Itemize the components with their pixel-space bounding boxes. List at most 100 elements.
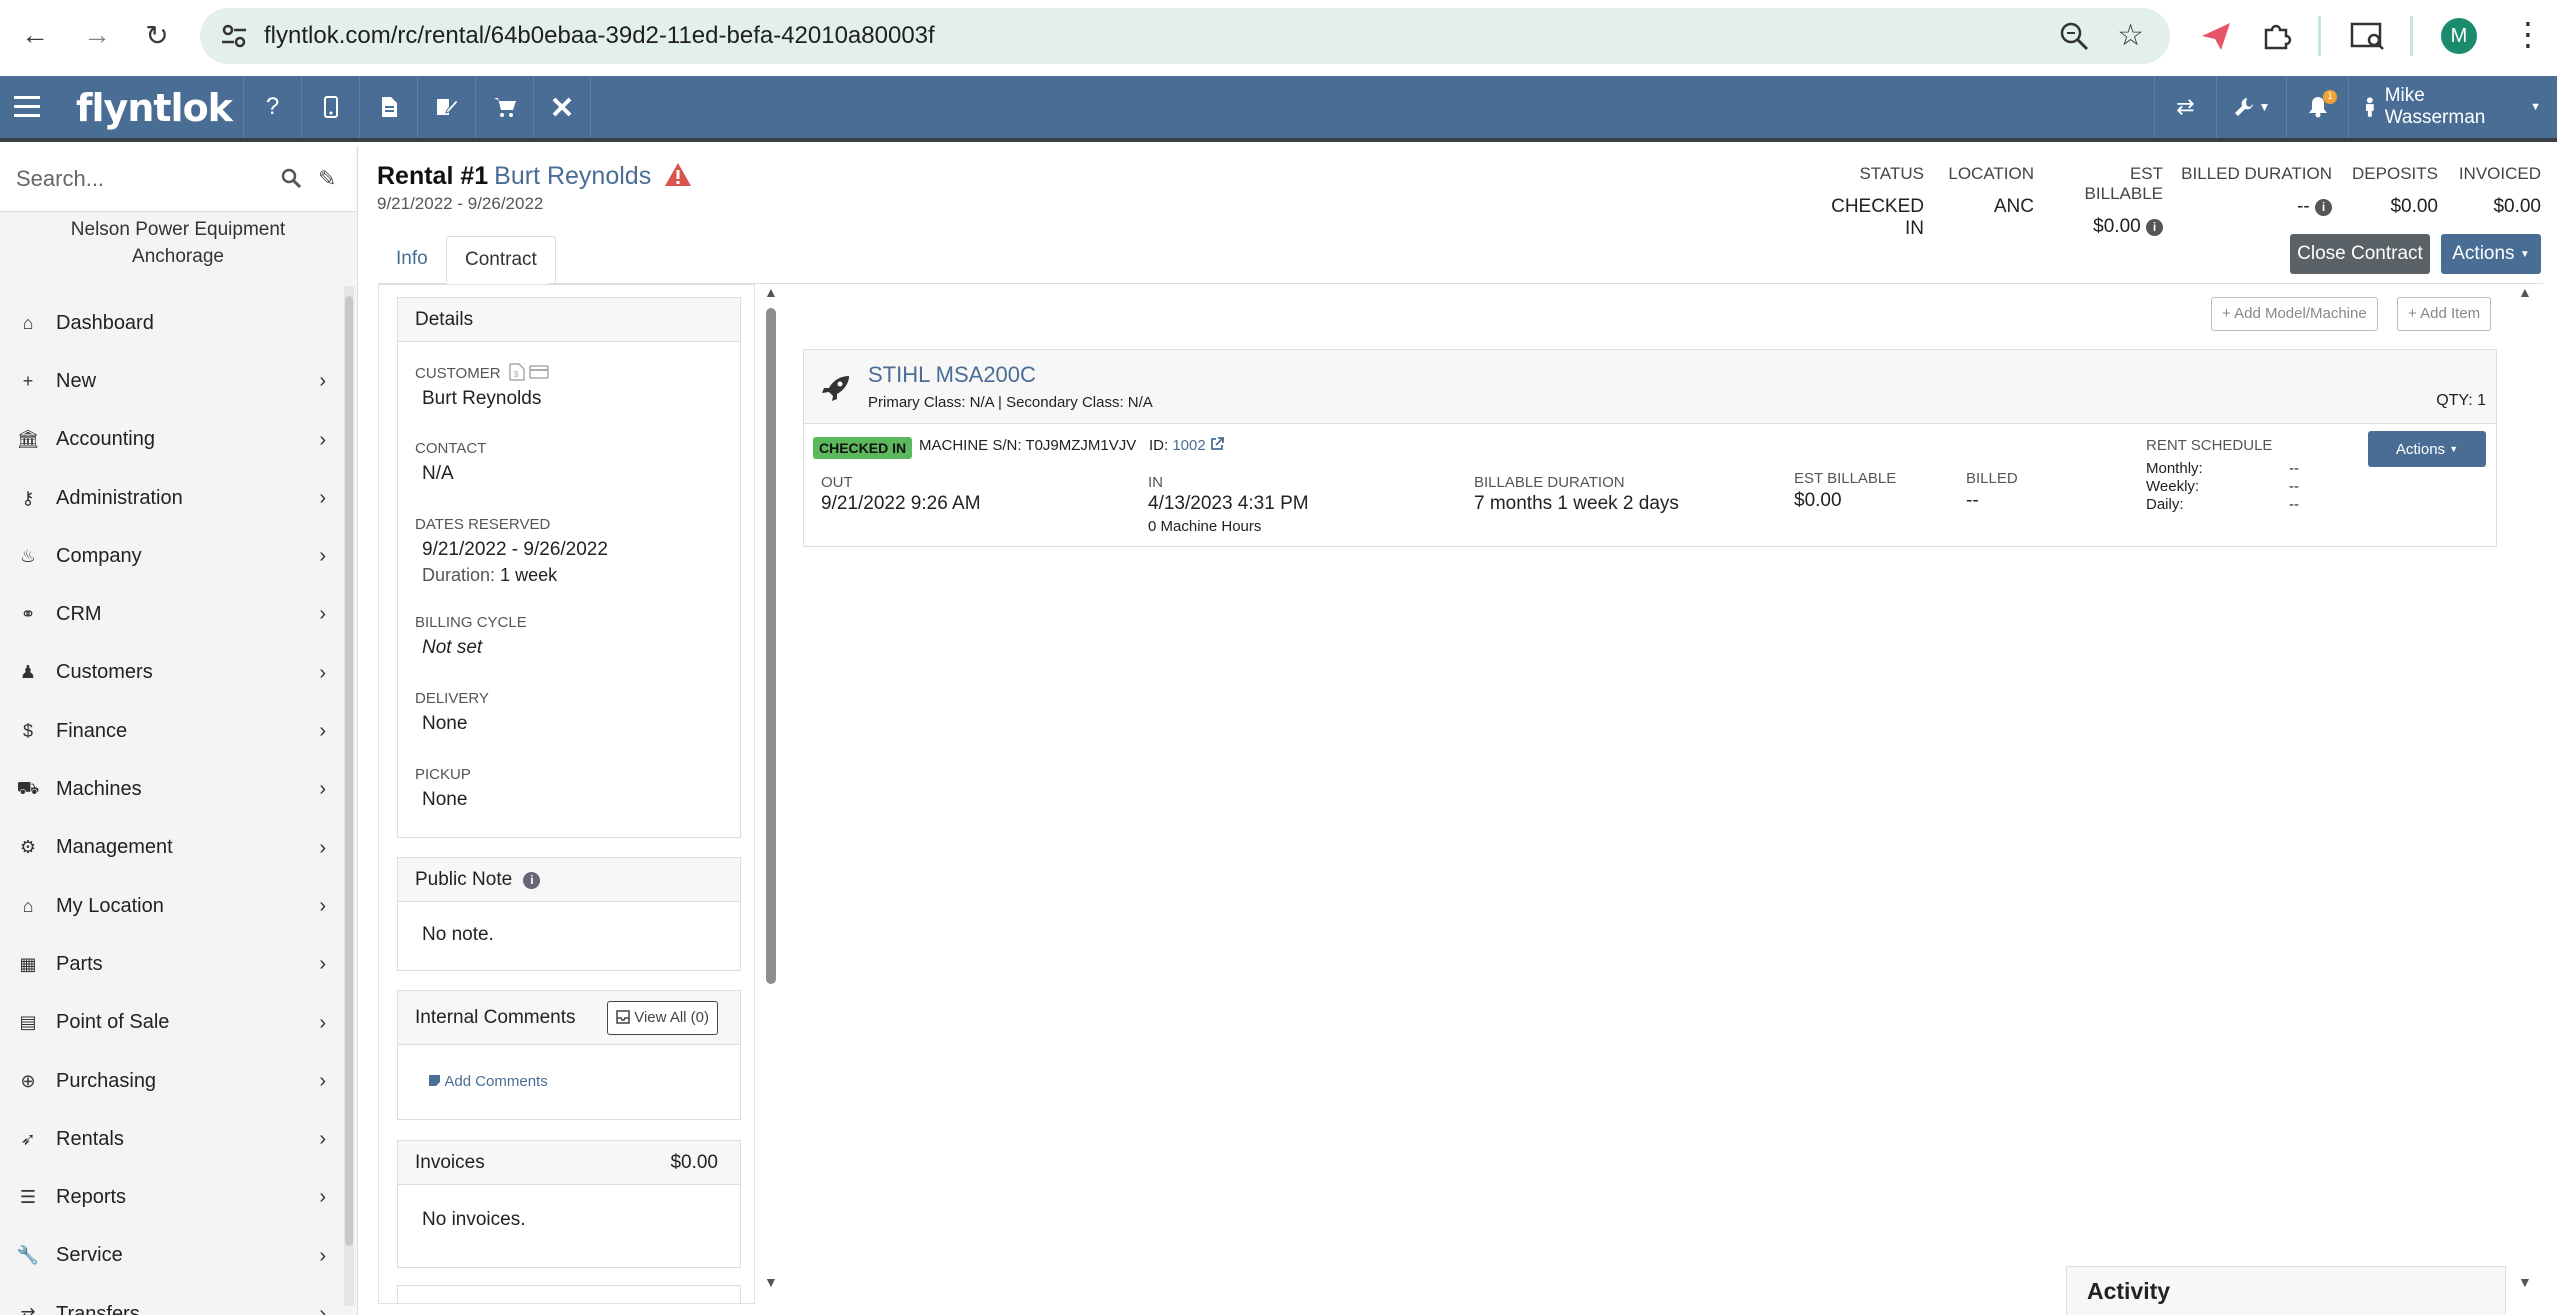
scrollbar-thumb[interactable] [345, 296, 353, 1246]
invoices-total: $0.00 [670, 1152, 718, 1173]
info-icon[interactable]: i [523, 872, 541, 889]
sidebar-item-label: CRM [56, 603, 102, 626]
add-model-machine-button[interactable]: + Add Model/Machine [2211, 297, 2378, 331]
bookmark-star-icon[interactable]: ☆ [2117, 18, 2144, 53]
sidebar-item-label: Transfers [56, 1302, 140, 1315]
internal-comments-card: Internal Comments View All (0) Add Comme… [397, 990, 741, 1120]
customer-link[interactable]: Burt Reynolds [494, 162, 651, 190]
sidebar-item-new[interactable]: + New › [0, 352, 340, 410]
wrench-dropdown-icon[interactable]: ▼ [2216, 76, 2286, 138]
info-icon[interactable]: i [2146, 219, 2163, 236]
toolbar-divider [2318, 16, 2321, 56]
document-outline-icon[interactable]: $ [508, 363, 525, 381]
reload-icon[interactable]: ↻ [140, 18, 174, 52]
external-link-icon[interactable] [1210, 437, 1224, 451]
chevron-right-icon: › [319, 370, 326, 393]
contact-value: N/A [422, 463, 454, 484]
machine-id-link[interactable]: 1002 [1172, 437, 1205, 454]
stat-value-wrap: $0.00 i [2050, 216, 2163, 238]
machine-name-link[interactable]: STIHL MSA200C [868, 362, 1036, 388]
hamburger-menu-icon[interactable] [14, 96, 40, 120]
sidebar-item-parts[interactable]: ▦ Parts › [0, 935, 340, 993]
sidebar-item-company[interactable]: ♨ Company › [0, 527, 340, 585]
sidebar-item-my-location[interactable]: ⌂ My Location › [0, 877, 340, 935]
panel-scrollbar[interactable]: ▲ ▼ [764, 284, 778, 1304]
tractor-icon: ⛟ [16, 777, 40, 798]
help-icon[interactable]: ? [243, 76, 301, 138]
back-arrow-icon[interactable]: ← [18, 18, 52, 52]
mobile-icon[interactable] [301, 76, 359, 138]
sidebar-item-accounting[interactable]: 🏛 Accounting › [0, 411, 340, 469]
user-menu[interactable]: Mike Wasserman ▼ [2348, 76, 2557, 138]
forward-arrow-icon[interactable]: → [80, 18, 114, 52]
handshake-icon: ⚭ [20, 604, 36, 625]
machine-card-header: STIHL MSA200C Primary Class: N/A | Secon… [804, 350, 2496, 424]
edit-document-icon[interactable] [417, 76, 475, 138]
customer-label: CUSTOMER $ [398, 363, 740, 382]
sidebar-item-label: Accounting [56, 428, 155, 451]
daily-label: Daily: [2146, 496, 2184, 513]
app-logo[interactable]: flyntlok [76, 86, 233, 130]
sidebar-item-crm[interactable]: ⚭ CRM › [0, 585, 340, 643]
search-input[interactable]: Search... [16, 166, 104, 192]
location-name: Anchorage [132, 246, 224, 267]
browser-menu-icon[interactable]: ⋮ [2512, 16, 2544, 52]
chevron-right-icon: › [319, 720, 326, 743]
sidebar-item-reports[interactable]: ☰ Reports › [0, 1168, 340, 1226]
person-icon: ♟ [19, 662, 37, 683]
url-text[interactable]: flyntlok.com/rc/rental/64b0ebaa-39d2-11e… [264, 22, 935, 50]
profile-avatar[interactable]: M [2441, 18, 2477, 54]
sidebar-item-transfers[interactable]: ⇄ Transfers › [0, 1285, 340, 1315]
site-settings-icon[interactable] [220, 22, 248, 50]
sidebar-item-administration[interactable]: ⚷ Administration › [0, 469, 340, 527]
document-icon[interactable] [359, 76, 417, 138]
machine-actions-button[interactable]: Actions ▼ [2368, 431, 2486, 467]
sidebar-item-dashboard[interactable]: ⌂ Dashboard [0, 294, 340, 352]
sidebar-item-label: Point of Sale [56, 1011, 170, 1034]
sidebar-item-management[interactable]: ⚙ Management › [0, 819, 340, 877]
add-comments-link[interactable]: Add Comments [428, 1073, 548, 1090]
machine-hours: 0 Machine Hours [1148, 518, 1262, 535]
add-item-button[interactable]: + Add Item [2397, 297, 2492, 331]
tab-search-icon[interactable] [2348, 16, 2388, 56]
notifications-bell-icon[interactable]: 1 [2286, 76, 2348, 138]
sidebar-item-rentals[interactable]: ➶ Rentals › [0, 1110, 340, 1168]
sidebar-item-machines[interactable]: ⛟ Machines › [0, 760, 340, 818]
tab-contract[interactable]: Contract [446, 236, 556, 284]
scroll-down-arrow-icon[interactable]: ▼ [764, 1274, 778, 1290]
content-scrollbar[interactable]: ▲ ▼ [2516, 284, 2536, 1304]
sidebar-item-service[interactable]: 🔧 Service › [0, 1227, 340, 1285]
sidebar-item-customers[interactable]: ♟ Customers › [0, 644, 340, 702]
sidebar-search[interactable]: Search... ✎ [0, 146, 356, 212]
scrollbar-thumb[interactable] [766, 308, 776, 984]
info-icon[interactable]: i [2315, 199, 2332, 216]
view-all-comments-button[interactable]: View All (0) [607, 1001, 718, 1035]
tools-icon[interactable] [533, 76, 591, 138]
sidebar-scrollbar[interactable] [344, 286, 354, 1306]
send-extension-icon[interactable] [2196, 16, 2236, 56]
stat-label: INVOICED [2458, 164, 2541, 183]
cart-icon[interactable] [475, 76, 533, 138]
activity-panel-toggle[interactable]: Activity [2066, 1266, 2506, 1315]
scroll-down-arrow-icon[interactable]: ▼ [2518, 1274, 2532, 1290]
zoom-icon[interactable] [2058, 20, 2090, 52]
warning-icon[interactable] [664, 162, 692, 187]
tab-info[interactable]: Info [378, 236, 446, 284]
scroll-up-arrow-icon[interactable]: ▲ [764, 284, 778, 300]
credit-card-icon[interactable] [529, 365, 549, 379]
details-delivery: DELIVERY None [398, 690, 740, 735]
actions-button[interactable]: Actions ▼ [2441, 234, 2541, 274]
billed-label: BILLED [1966, 470, 2018, 487]
close-contract-button[interactable]: Close Contract [2290, 234, 2430, 274]
extensions-puzzle-icon[interactable] [2256, 16, 2296, 56]
sidebar-item-point-of-sale[interactable]: ▤ Point of Sale › [0, 994, 340, 1052]
scroll-up-arrow-icon[interactable]: ▲ [2518, 284, 2532, 300]
switch-location-icon[interactable]: ⇄ [2154, 76, 2216, 138]
sidebar-item-purchasing[interactable]: ⊕ Purchasing › [0, 1052, 340, 1110]
billing-value: Not set [422, 637, 483, 658]
contact-label: CONTACT [415, 440, 487, 457]
search-icon[interactable] [281, 168, 301, 188]
magic-wand-icon[interactable]: ✎ [318, 166, 336, 192]
address-bar[interactable]: flyntlok.com/rc/rental/64b0ebaa-39d2-11e… [200, 8, 2170, 64]
sidebar-item-finance[interactable]: $ Finance › [0, 702, 340, 760]
